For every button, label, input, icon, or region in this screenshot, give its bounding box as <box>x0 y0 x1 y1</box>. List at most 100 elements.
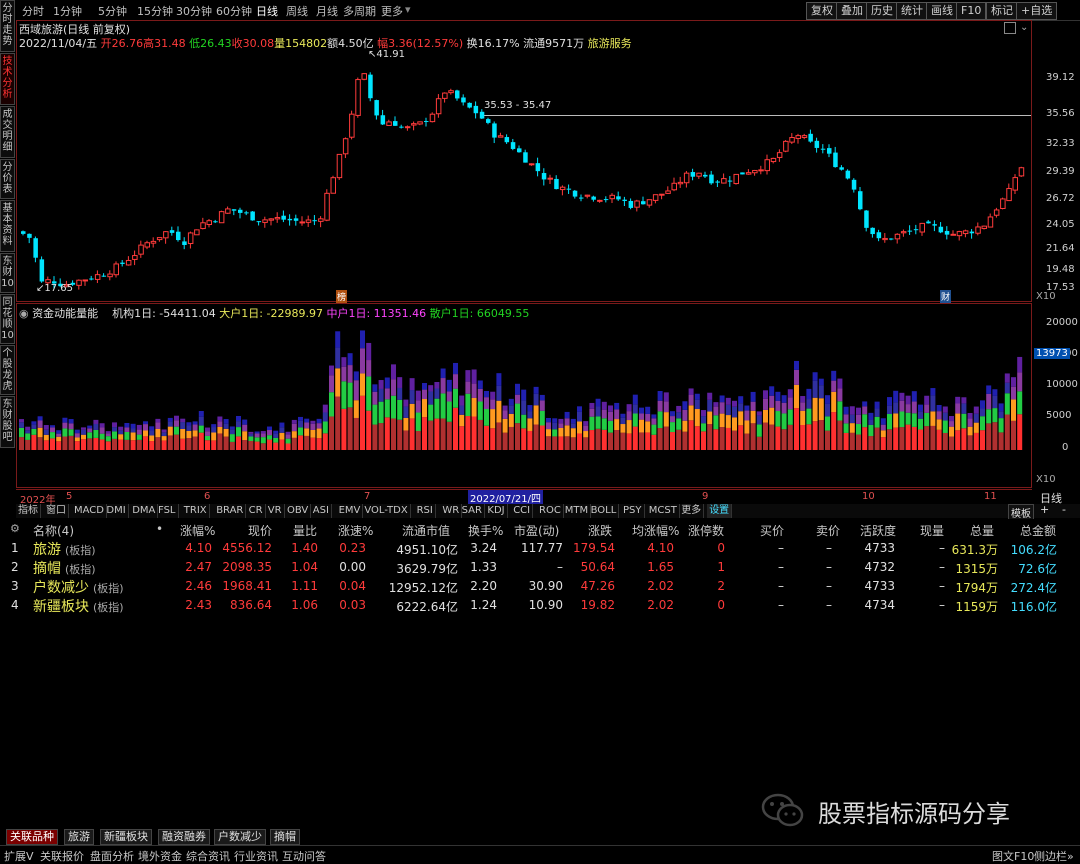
bottom-tab-holder-decrease[interactable]: 户数减少 <box>214 829 266 845</box>
bottom-tab-tourism[interactable]: 旅游 <box>64 829 94 845</box>
column-header[interactable]: • <box>156 522 163 536</box>
stats-button[interactable]: 统计 <box>896 2 928 20</box>
minus-icon[interactable]: - <box>1062 503 1066 516</box>
period-tab-more[interactable]: 更多 <box>381 3 403 19</box>
indicator-tab[interactable]: 更多 <box>679 504 705 518</box>
indicator-tab[interactable]: VR <box>266 504 285 518</box>
left-tab-basic-info[interactable]: 基本资料 <box>0 200 15 252</box>
left-tab-eastmoney[interactable]: 东财10 <box>0 253 15 293</box>
indicator-tab[interactable]: KDJ <box>485 504 508 518</box>
sector-name[interactable]: 新疆板块 <box>33 596 89 616</box>
period-tab-30min[interactable]: 30分钟 <box>176 3 212 19</box>
indicator-tab[interactable]: FSL <box>156 504 179 518</box>
event-badge-1[interactable]: 榜 <box>336 290 348 303</box>
period-tab-60min[interactable]: 60分钟 <box>216 3 252 19</box>
indicator-tab[interactable]: RSI <box>415 504 436 518</box>
indicator-tab[interactable]: SAR <box>460 504 485 518</box>
mark-button[interactable]: 标记 <box>986 2 1018 20</box>
fund-bar-segment <box>477 401 483 420</box>
indicator-tab[interactable]: MTM <box>563 504 592 518</box>
column-header[interactable]: 流通市值 <box>402 522 450 539</box>
column-header[interactable]: 总金额 <box>1020 522 1056 539</box>
sector-name[interactable]: 摘帽 <box>33 558 61 578</box>
column-header[interactable]: 活跃度 <box>860 522 896 539</box>
column-header[interactable]: 卖价 <box>816 522 840 539</box>
indicator-tab[interactable]: MACD <box>72 504 107 518</box>
history-button[interactable]: 历史 <box>866 2 898 20</box>
indicator-tab[interactable]: DMI <box>104 504 129 518</box>
fund-bar-segment <box>260 437 266 444</box>
column-header[interactable]: 名称(4) <box>33 522 74 539</box>
indicator-tab[interactable]: 指标 <box>16 504 41 518</box>
adjust-button[interactable]: 复权 <box>806 2 838 20</box>
sector-name[interactable]: 旅游 <box>33 539 61 559</box>
indicator-tab[interactable]: 设置 <box>707 504 733 518</box>
period-tab-fenshi[interactable]: 分时 <box>22 3 44 19</box>
fund-flow-chart[interactable] <box>16 303 1032 488</box>
period-tab-monthly[interactable]: 月线 <box>316 3 338 19</box>
column-header[interactable]: 涨速% <box>338 522 373 539</box>
draw-line-button[interactable]: 画线 <box>926 2 958 20</box>
bottom-tab-related[interactable]: 关联品种 <box>6 829 58 845</box>
column-header[interactable]: 总量 <box>970 522 994 539</box>
column-header[interactable]: 换手% <box>468 522 503 539</box>
column-header[interactable]: 涨幅% <box>180 522 215 539</box>
period-tab-15min[interactable]: 15分钟 <box>137 3 173 19</box>
column-header[interactable]: 量比 <box>293 522 317 539</box>
indicator-tab[interactable]: CR <box>247 504 266 518</box>
column-header[interactable]: 涨跌 <box>588 522 612 539</box>
settings-icon[interactable]: ⚙ <box>10 522 20 535</box>
indicator-tab[interactable]: VOL-TDX <box>362 504 411 518</box>
left-tab-intraday[interactable]: 分时走势 <box>0 0 15 52</box>
column-header[interactable]: 现价 <box>248 522 272 539</box>
left-tab-price-table[interactable]: 分价表 <box>0 159 15 199</box>
bottom-tab-st-removed[interactable]: 摘帽 <box>270 829 300 845</box>
indicator-toggle-icon[interactable]: ◉ <box>19 307 29 320</box>
add-watchlist-button[interactable]: +自选 <box>1016 2 1058 20</box>
left-tab-forum[interactable]: 东财股吧 <box>0 396 15 448</box>
indicator-tab[interactable]: EMV <box>337 504 364 518</box>
period-tab-weekly[interactable]: 周线 <box>286 3 308 19</box>
column-header[interactable]: 现量 <box>920 522 944 539</box>
column-header[interactable]: 买价 <box>760 522 784 539</box>
candle-body <box>386 121 392 126</box>
fund-bar-segment <box>99 433 105 440</box>
indicator-tab[interactable]: DMA <box>130 504 159 518</box>
dropdown-arrow-icon[interactable]: ▾ <box>405 3 411 16</box>
indicator-tab[interactable]: ROC <box>537 504 564 518</box>
indicator-tab[interactable]: CCI <box>511 504 534 518</box>
indicator-tab[interactable]: PSY <box>621 504 645 518</box>
close-icon[interactable] <box>1004 22 1016 34</box>
indicator-tab[interactable]: MCST <box>647 504 680 518</box>
indicator-tab[interactable]: OBV <box>285 504 312 518</box>
bottom-tab-margin[interactable]: 融资融券 <box>158 829 210 845</box>
column-header[interactable]: 市盈(动) <box>514 522 559 539</box>
indicator-tab[interactable]: TRIX <box>182 504 210 518</box>
sector-name[interactable]: 户数减少 <box>33 577 89 597</box>
indicator-tab[interactable]: BRAR <box>214 504 247 518</box>
period-tab-1min[interactable]: 1分钟 <box>53 3 82 19</box>
indicator-tab[interactable]: ASI <box>311 504 332 518</box>
fund-bar-segment <box>763 422 768 450</box>
left-tab-technical[interactable]: 技术分析 <box>0 53 15 105</box>
overlay-button[interactable]: 叠加 <box>836 2 868 20</box>
f10-button[interactable]: F10 <box>956 2 987 20</box>
column-header[interactable]: 均涨幅% <box>632 522 679 539</box>
indicator-tab[interactable]: BOLL <box>589 504 620 518</box>
period-tab-multi[interactable]: 多周期 <box>343 3 376 19</box>
chevron-down-icon[interactable]: ⌄ <box>1020 22 1028 33</box>
bottom-tab-xinjiang[interactable]: 新疆板块 <box>100 829 152 845</box>
fund-bar-segment <box>341 357 347 367</box>
candlestick-chart[interactable] <box>16 20 1032 302</box>
left-tab-ths[interactable]: 同花顺10 <box>0 294 15 344</box>
left-tab-dragon-tiger[interactable]: 个股龙虎 <box>0 345 15 395</box>
period-tab-5min[interactable]: 5分钟 <box>98 3 127 19</box>
period-tab-daily[interactable]: 日线 <box>256 3 278 19</box>
column-header[interactable]: 涨停数 <box>688 522 724 539</box>
event-badge-2[interactable]: 财 <box>940 290 952 303</box>
fund-bar-segment <box>533 424 539 450</box>
left-tab-trades[interactable]: 成交明细 <box>0 106 15 158</box>
industry-link[interactable]: 旅游服务 <box>588 37 632 50</box>
indicator-tab[interactable]: 窗口 <box>44 504 69 518</box>
add-icon[interactable]: + <box>1040 503 1049 516</box>
